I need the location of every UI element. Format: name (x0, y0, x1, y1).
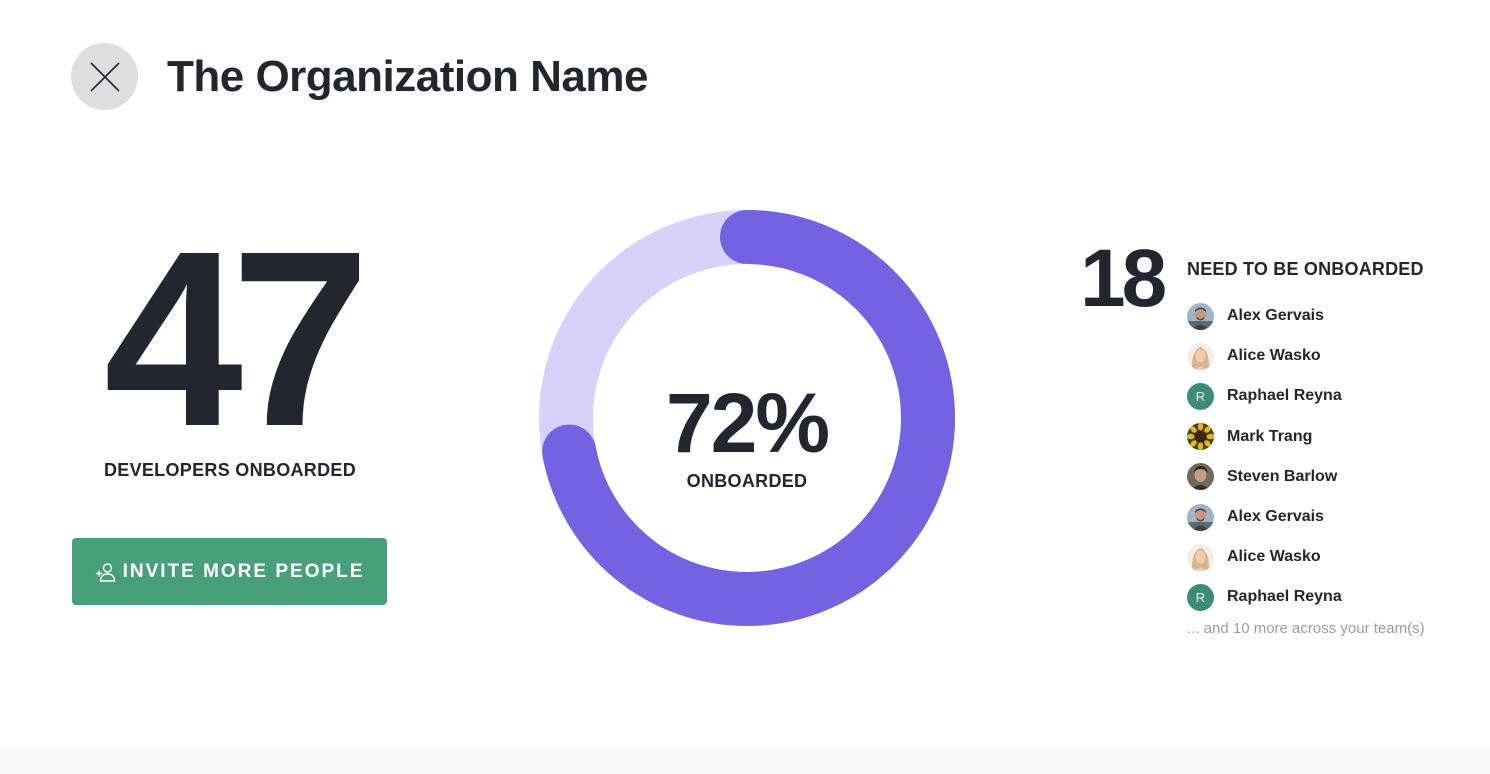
close-button[interactable] (71, 43, 138, 110)
pending-person[interactable]: Alice Wasko (1187, 537, 1342, 577)
avatar (1187, 543, 1214, 571)
person-name: Raphael Reyna (1227, 387, 1342, 405)
person-name: Alex Gervais (1227, 307, 1324, 325)
pending-person[interactable]: Alice Wasko (1187, 336, 1342, 376)
onboarded-percentage: 72% (665, 376, 830, 470)
avatar (1187, 503, 1214, 531)
page-title: The Organization Name (167, 52, 648, 101)
onboarded-count: 47 (103, 199, 370, 478)
pending-person[interactable]: Alex Gervais (1187, 296, 1342, 336)
avatar (1187, 302, 1214, 330)
onboarded-count-label: DEVELOPERS ONBOARDED (103, 460, 357, 480)
pending-person[interactable]: Alex Gervais (1187, 497, 1342, 537)
person-name: Raphael Reyna (1227, 588, 1342, 606)
person-name: Alice Wasko (1227, 548, 1321, 566)
onboarded-percentage-label: ONBOARDED (686, 471, 808, 491)
person-name: Alice Wasko (1227, 347, 1321, 365)
avatar (1187, 423, 1214, 451)
invite-button-label: INVITE MORE PEOPLE (122, 560, 365, 582)
footer-band (0, 748, 1490, 774)
person-name: Mark Trang (1227, 427, 1313, 445)
avatar: R (1187, 583, 1214, 611)
pending-people-list: Alex Gervais Alice Wasko R Raphael Reyna… (1187, 296, 1342, 618)
more-people-note: ... and 10 more across your team(s) (1187, 620, 1425, 637)
avatar: R (1187, 382, 1214, 410)
avatar (1187, 342, 1214, 370)
person-name: Alex Gervais (1227, 508, 1324, 526)
pending-person[interactable]: Steven Barlow (1187, 457, 1342, 497)
pending-count: 18 (1080, 233, 1167, 324)
invite-more-people-button[interactable]: INVITE MORE PEOPLE (72, 538, 387, 605)
person-name: Steven Barlow (1227, 467, 1338, 485)
pending-person[interactable]: R Raphael Reyna (1187, 577, 1342, 617)
close-icon (89, 61, 120, 92)
pending-person[interactable]: R Raphael Reyna (1187, 376, 1342, 416)
pending-person[interactable]: Mark Trang (1187, 417, 1342, 457)
pending-heading: NEED TO BE ONBOARDED (1187, 259, 1424, 279)
add-user-icon (95, 561, 117, 583)
avatar (1187, 463, 1214, 491)
